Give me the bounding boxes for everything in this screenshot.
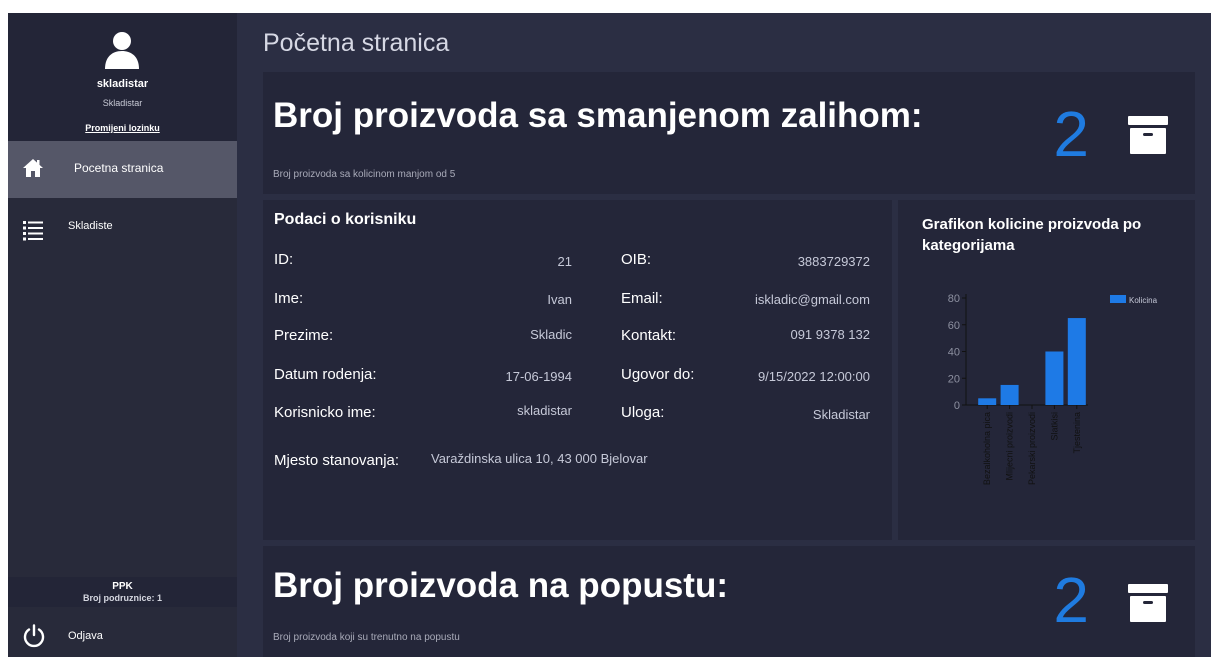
chart-bar (978, 398, 997, 405)
low-stock-subtitle: Broj proizvoda sa kolicinom manjom od 5 (273, 169, 456, 180)
chart-bar (1067, 318, 1086, 405)
user-info-heading: Podaci o korisniku (274, 211, 417, 228)
user-info-card: Podaci o korisniku ID: 21 Ime: Ivan Prez… (263, 200, 892, 540)
archive-box-icon (1128, 584, 1168, 622)
discount-card: Broj proizvoda na popustu: Broj proizvod… (263, 546, 1195, 657)
sidebar: skladistar Skladistar Promijeni lozinku … (8, 13, 237, 657)
contract-label: Ugovor do: (621, 366, 695, 383)
sidebar-item-home[interactable]: Pocetna stranica (8, 141, 237, 198)
username: skladistar (96, 78, 149, 90)
role-value: Skladistar (812, 407, 870, 422)
bar-chart: 0 20 40 60 80 Bezalkoholna pica Mlijecni proiz… (948, 293, 1158, 485)
oib-value: 3883729372 (797, 254, 870, 269)
username-label: Korisnicko ime: (274, 404, 376, 421)
discount-subtitle: Broj proizvoda koji su trenutno na popus… (273, 632, 460, 643)
y-tick-label: 0 (954, 400, 960, 412)
name-value: Ivan (547, 292, 572, 307)
archive-box-icon (1128, 116, 1168, 154)
page-title: Početna stranica (263, 29, 450, 57)
id-value: 21 (557, 254, 572, 269)
chart-bar (1045, 351, 1064, 405)
sidebar-item-label: Skladiste (68, 220, 113, 232)
contract-value: 9/15/2022 12:00:00 (757, 369, 870, 384)
dob-label: Datum rodenja: (274, 366, 377, 383)
role-label: Uloga: (621, 404, 665, 421)
chart-bar (1000, 384, 1019, 405)
user-role: Skladistar (102, 98, 143, 108)
x-tick-label: Slatkisi (1049, 412, 1059, 441)
y-tick-label: 40 (948, 347, 960, 359)
name-label: Ime: (274, 290, 304, 307)
low-stock-title: Broj proizvoda sa smanjenom zalihom: (273, 96, 923, 135)
x-tick-label: Bezalkoholna pica (982, 412, 992, 485)
discount-count: 2 (1053, 564, 1089, 636)
legend-swatch (1110, 295, 1126, 303)
sidebar-item-warehouse[interactable]: Skladiste (8, 198, 237, 255)
surname-value: Skladic (530, 327, 572, 342)
logout-button[interactable]: Odjava (8, 617, 237, 657)
list-icon (23, 221, 43, 241)
legend-label: Kolicina (1129, 296, 1158, 305)
user-avatar-icon (105, 32, 139, 69)
home-icon (23, 159, 43, 177)
address-label: Mjesto stanovanja: (274, 452, 400, 469)
x-tick-label: Tjestenina (1072, 412, 1082, 454)
logout-label: Odjava (68, 630, 103, 642)
y-tick-label: 60 (948, 320, 960, 332)
username-value: skladistar (517, 403, 572, 418)
change-password-link[interactable]: Promijeni lozinku (8, 123, 237, 133)
low-stock-card: Broj proizvoda sa smanjenom zalihom: Bro… (263, 72, 1195, 194)
branch-count: Broj podruznice: 1 (82, 593, 162, 603)
sidebar-item-label: Pocetna stranica (74, 161, 164, 175)
id-label: ID: (274, 251, 294, 268)
email-label: Email: (621, 290, 663, 307)
chart-card: Grafikon kolicine proizvoda po kategorij… (898, 200, 1195, 540)
x-tick-label: Pekarski proizvodi (1027, 412, 1037, 485)
branch-name: PPK (112, 581, 133, 592)
surname-label: Prezime: (274, 327, 334, 344)
contact-label: Kontakt: (621, 327, 677, 344)
contact-value: 091 9378 132 (790, 327, 870, 342)
address-value: Varaždinska ulica 10, 43 000 Bjelovar (431, 451, 648, 466)
discount-title: Broj proizvoda na popustu: (273, 566, 728, 605)
app-window: skladistar Skladistar Promijeni lozinku … (8, 13, 1211, 657)
y-tick-label: 20 (948, 373, 960, 385)
user-profile: skladistar Skladistar Promijeni lozinku (8, 13, 237, 141)
power-icon (23, 624, 45, 648)
low-stock-count: 2 (1053, 98, 1089, 170)
x-tick-label: Mlijecni proizvodi (1005, 412, 1015, 481)
email-value: iskladic@gmail.com (754, 292, 870, 307)
oib-label: OIB: (621, 251, 652, 268)
branch-info: PPK Broj podruznice: 1 (8, 577, 237, 607)
y-tick-label: 80 (948, 293, 960, 305)
dob-value: 17-06-1994 (505, 369, 573, 384)
